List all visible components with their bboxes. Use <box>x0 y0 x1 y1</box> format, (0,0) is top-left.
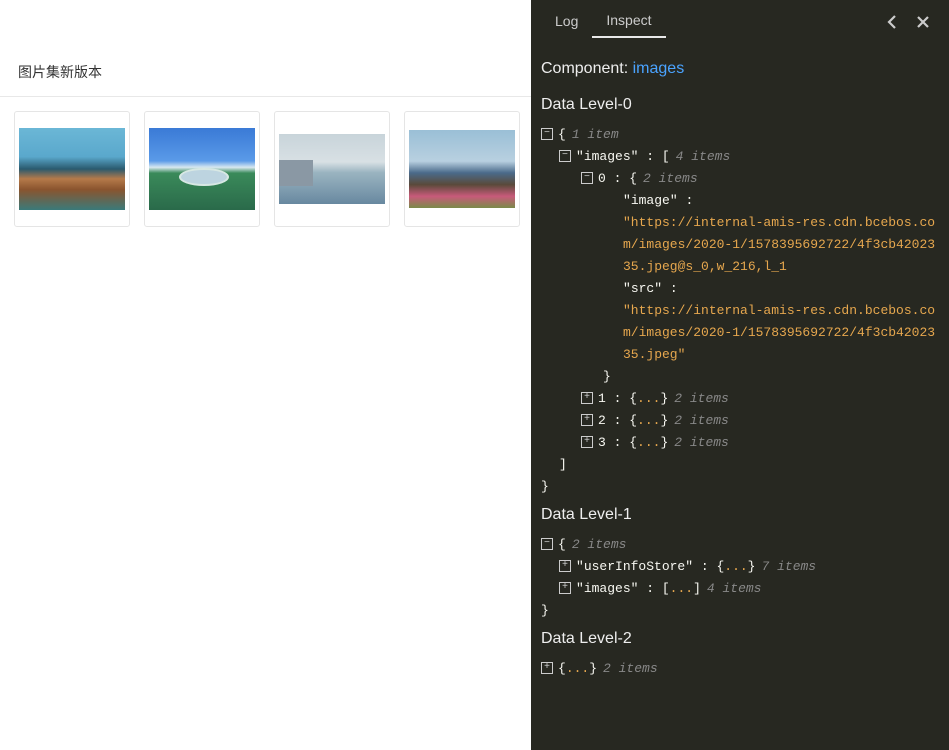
image-item[interactable] <box>14 111 130 227</box>
tab-log[interactable]: Log <box>541 7 592 37</box>
data-level-2-header: Data Level-2 <box>541 622 939 658</box>
collapse-toggle[interactable]: − <box>581 172 593 184</box>
panel-actions <box>885 14 939 30</box>
tree-string-value: "https://internal-amis-res.cdn.bcebos.co… <box>623 303 935 362</box>
collapse-toggle[interactable]: − <box>559 150 571 162</box>
image-item[interactable] <box>144 111 260 227</box>
data-level-0-header: Data Level-0 <box>541 88 939 124</box>
image-item[interactable] <box>404 111 520 227</box>
inspector-panel: Log Inspect Component: images Data Level… <box>531 0 949 750</box>
collapse-toggle[interactable]: − <box>541 128 553 140</box>
expand-toggle[interactable]: + <box>541 662 553 674</box>
expand-toggle[interactable]: + <box>581 392 593 404</box>
expand-toggle[interactable]: + <box>581 436 593 448</box>
thumbnail <box>19 128 125 210</box>
thumbnail <box>149 128 255 210</box>
close-icon[interactable] <box>915 14 931 30</box>
data-level-1-header: Data Level-1 <box>541 498 939 534</box>
tree-string-value: "https://internal-amis-res.cdn.bcebos.co… <box>623 215 935 274</box>
thumbnail <box>279 134 385 204</box>
section-title: 图片集新版本 <box>0 48 531 97</box>
tree-level-1: −{2 items +userInfoStore : {...}7 items … <box>541 534 939 622</box>
expand-toggle[interactable]: + <box>559 560 571 572</box>
collapse-toggle[interactable]: − <box>541 538 553 550</box>
expand-toggle[interactable]: + <box>581 414 593 426</box>
tree-level-0: −{1 item −images : [4 items −0 : {2 item… <box>541 124 939 498</box>
chevron-left-icon[interactable] <box>885 14 901 30</box>
tab-bar: Log Inspect <box>531 0 949 38</box>
tab-inspect[interactable]: Inspect <box>592 6 665 38</box>
image-item[interactable] <box>274 111 390 227</box>
component-name[interactable]: images <box>633 60 685 77</box>
image-gallery <box>0 97 531 241</box>
thumbnail <box>409 130 515 208</box>
tree-level-2: +{...}2 items <box>541 658 939 680</box>
expand-toggle[interactable]: + <box>559 582 571 594</box>
content-panel: 图片集新版本 <box>0 0 531 750</box>
component-header: Component: images <box>541 52 939 88</box>
